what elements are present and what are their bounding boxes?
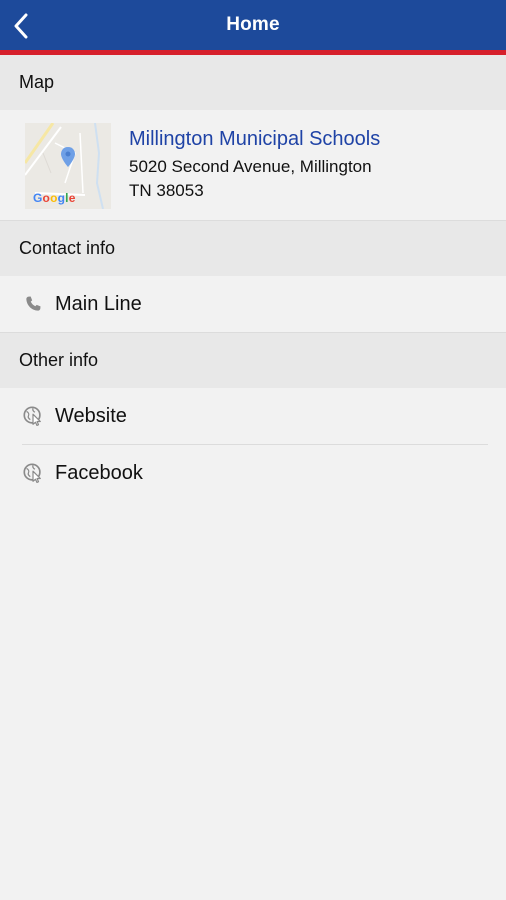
location-info: Millington Municipal Schools 5020 Second… bbox=[129, 126, 380, 203]
globe-cursor-icon bbox=[22, 462, 44, 484]
app-header: Home bbox=[0, 0, 506, 55]
map-thumbnail[interactable]: Google bbox=[25, 123, 111, 209]
section-header-other: Other info bbox=[0, 333, 506, 388]
address-line-1: 5020 Second Avenue, Millington bbox=[129, 157, 372, 176]
address-line-2: TN 38053 bbox=[129, 181, 204, 200]
map-location-item[interactable]: Google Millington Municipal Schools 5020… bbox=[0, 110, 506, 221]
globe-cursor-icon bbox=[22, 405, 44, 427]
chevron-left-icon bbox=[14, 13, 28, 39]
website-label: Website bbox=[55, 404, 127, 427]
main-line-label: Main Line bbox=[55, 292, 142, 315]
other-facebook[interactable]: Facebook bbox=[0, 445, 506, 501]
google-logo: Google bbox=[33, 191, 76, 205]
section-header-map: Map bbox=[0, 55, 506, 110]
location-name[interactable]: Millington Municipal Schools bbox=[129, 126, 380, 152]
contact-main-line[interactable]: Main Line bbox=[0, 276, 506, 332]
section-header-contact: Contact info bbox=[0, 221, 506, 276]
other-website[interactable]: Website bbox=[0, 388, 506, 444]
page-title: Home bbox=[226, 14, 280, 35]
facebook-label: Facebook bbox=[55, 461, 143, 484]
phone-icon bbox=[22, 293, 44, 315]
back-button[interactable] bbox=[4, 8, 38, 44]
